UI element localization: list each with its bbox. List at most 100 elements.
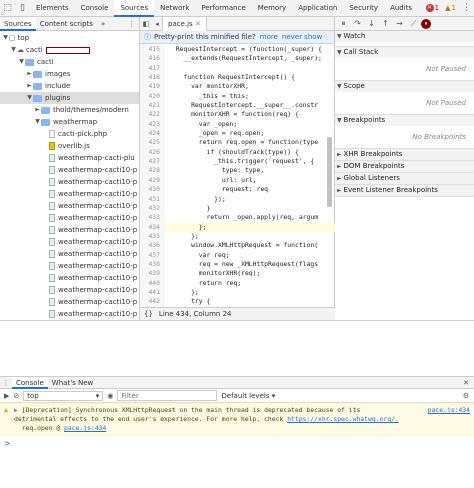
pretty-print-icon[interactable]: {} [144,310,153,318]
code-line[interactable]: 416 __extends(RequestIntercept, _super); [140,54,335,64]
code-line[interactable]: 427 _this.trigger('request', { [140,157,335,167]
section-header[interactable]: ► XHR Breakpoints [335,149,474,160]
line-number[interactable]: 432 [140,203,165,214]
code-line[interactable]: 421 RequestIntercept.__super__.constr [140,101,335,111]
tree-item[interactable]: weathermap-cacti-plu [0,152,139,164]
line-number[interactable]: 434 [140,222,165,232]
tree-item[interactable]: weathermap-cacti10-p [0,212,139,224]
line-number[interactable]: 427 [140,157,165,167]
code-line[interactable]: 420 _this = this; [140,91,335,102]
line-number[interactable]: 421 [140,101,165,111]
code-line[interactable]: 432 } [140,203,335,214]
section-header[interactable]: ▼ Watch [335,31,474,42]
code-line[interactable]: 417 [140,63,335,74]
tree-item[interactable]: ▼ weathermap [0,116,139,128]
code-line[interactable]: 435 }; [140,231,335,242]
tree-item[interactable]: ► thold/themes/modern [0,104,139,116]
line-number[interactable]: 426 [140,147,165,158]
warning-source-link[interactable]: pace.js:434 [428,406,470,415]
pause-on-exceptions-icon[interactable]: ⏸ [421,18,431,29]
tree-scrollbar[interactable] [132,45,137,215]
tab-sources[interactable]: Sources [0,16,36,31]
tree-item[interactable]: ▼ plugins [0,92,139,104]
context-select[interactable]: top ▾ [23,390,104,401]
expand-icon[interactable]: ▶ [14,406,18,414]
line-number[interactable]: 425 [140,138,165,148]
code-line[interactable]: 429 url: url, [140,175,335,186]
tree-item[interactable]: weathermap-cacti10-p [0,224,139,236]
code-line[interactable]: 433 return _open.apply(req, argum [140,213,335,223]
error-badge[interactable]: ✕ 1 [423,4,442,12]
code-line[interactable]: 438 req = new _XMLHttpRequest(flags [140,259,335,270]
deactivate-breakpoints-icon[interactable]: ⟋ [407,19,420,29]
log-levels-select[interactable]: Default levels ▾ [221,392,275,400]
tree-item[interactable]: ► include [0,80,139,92]
warning-badge[interactable]: ▲ 1 [442,4,459,12]
sidebar-toggle-icon[interactable]: ▶ [4,392,9,400]
line-number[interactable]: 419 [140,82,165,92]
line-number[interactable]: 441 [140,287,165,298]
tab-audits[interactable]: Audits [384,0,418,17]
console-filter-input[interactable] [117,390,218,401]
close-drawer-icon[interactable]: ✕ [463,379,474,387]
line-number[interactable]: 442 [140,297,165,307]
line-number[interactable]: 439 [140,269,165,279]
tree-item[interactable]: weathermap-cacti10-p [0,236,139,248]
tree-item[interactable]: weathermap-cacti10-p [0,248,139,260]
code-line[interactable]: 423 var _open; [140,119,335,130]
inspect-element-icon[interactable]: ⬚ [0,0,15,17]
tree-item[interactable]: weathermap-cacti10-p [0,272,139,284]
line-number[interactable]: 431 [140,194,165,204]
line-number[interactable]: 428 [140,166,165,176]
tab-elements[interactable]: Elements [30,0,75,17]
tab-content-scripts[interactable]: Content scripts [36,17,97,31]
tree-item[interactable]: ▼ ☁ cacti [0,44,139,56]
section-header[interactable]: ► Event Listener Breakpoints [335,185,474,196]
toggle-navigator-icon[interactable]: ◧ [140,20,152,28]
tree-item[interactable]: weathermap-cacti10-p [0,200,139,212]
tab-performance[interactable]: Performance [195,0,251,17]
tree-item[interactable]: ▼ cacti [0,56,139,68]
line-number[interactable]: 422 [140,110,165,120]
console-prompt[interactable]: > [0,439,474,448]
drawer-menu-icon[interactable]: ⋮ [0,379,12,387]
section-header[interactable]: ▼ Breakpoints [335,115,474,126]
tab-security[interactable]: Security [343,0,384,17]
code-line[interactable]: 426 if (shouldTrack(type)) { [140,147,335,158]
line-number[interactable]: 437 [140,250,165,260]
code-scrollbar[interactable] [327,137,332,207]
section-header[interactable]: ▼ Scope [335,81,474,92]
tab-application[interactable]: Application [292,0,343,17]
line-number[interactable]: 440 [140,278,165,288]
tab-network[interactable]: Network [154,0,195,17]
code-line[interactable]: 425 return req.open = function(type [140,138,335,148]
line-number[interactable]: 420 [140,91,165,102]
back-icon[interactable]: ◂ [152,20,162,28]
tree-item[interactable]: weathermap-cacti10-p [0,188,139,200]
code-line[interactable]: 422 monitorXHR = function(req) { [140,110,335,120]
infobar-more-link[interactable]: more [260,33,278,41]
tree-item[interactable]: weathermap-cacti10-p [0,296,139,308]
warning-help-link[interactable]: https://xhr.spec.whatwg.org/. [287,415,399,423]
console-settings-icon[interactable]: ⚙ [463,392,474,400]
device-toolbar-icon[interactable]: ▯ [15,0,30,17]
infobar-never-link[interactable]: never show [282,33,322,41]
tab-memory[interactable]: Memory [252,0,292,17]
code-line[interactable]: 419 var monitorXHR, [140,82,335,92]
section-header[interactable]: ▼ Call Stack [335,47,474,58]
step-icon[interactable]: → [393,19,406,28]
code-line[interactable]: 424 _open = req.open; [140,129,335,139]
step-over-icon[interactable]: ↷ [351,19,364,28]
tree-item[interactable]: cacti-pick.php [0,128,139,140]
code-line[interactable]: 441 }; [140,287,335,298]
step-out-icon[interactable]: ↑ [379,19,392,28]
tree-item[interactable]: weathermap-cacti10-p [0,284,139,296]
code-line[interactable]: 434 }; [140,222,335,232]
line-number[interactable]: 436 [140,241,165,251]
code-line[interactable]: 431 }); [140,194,335,204]
code-line[interactable]: 439 monitorXHR(req); [140,269,335,279]
navigator-menu-icon[interactable]: ⋮ [128,20,139,28]
drawer-tab-console[interactable]: Console [12,376,48,389]
code-line[interactable]: 430 request: req [140,185,335,195]
tree-item[interactable]: weathermap-cacti10-p [0,164,139,176]
